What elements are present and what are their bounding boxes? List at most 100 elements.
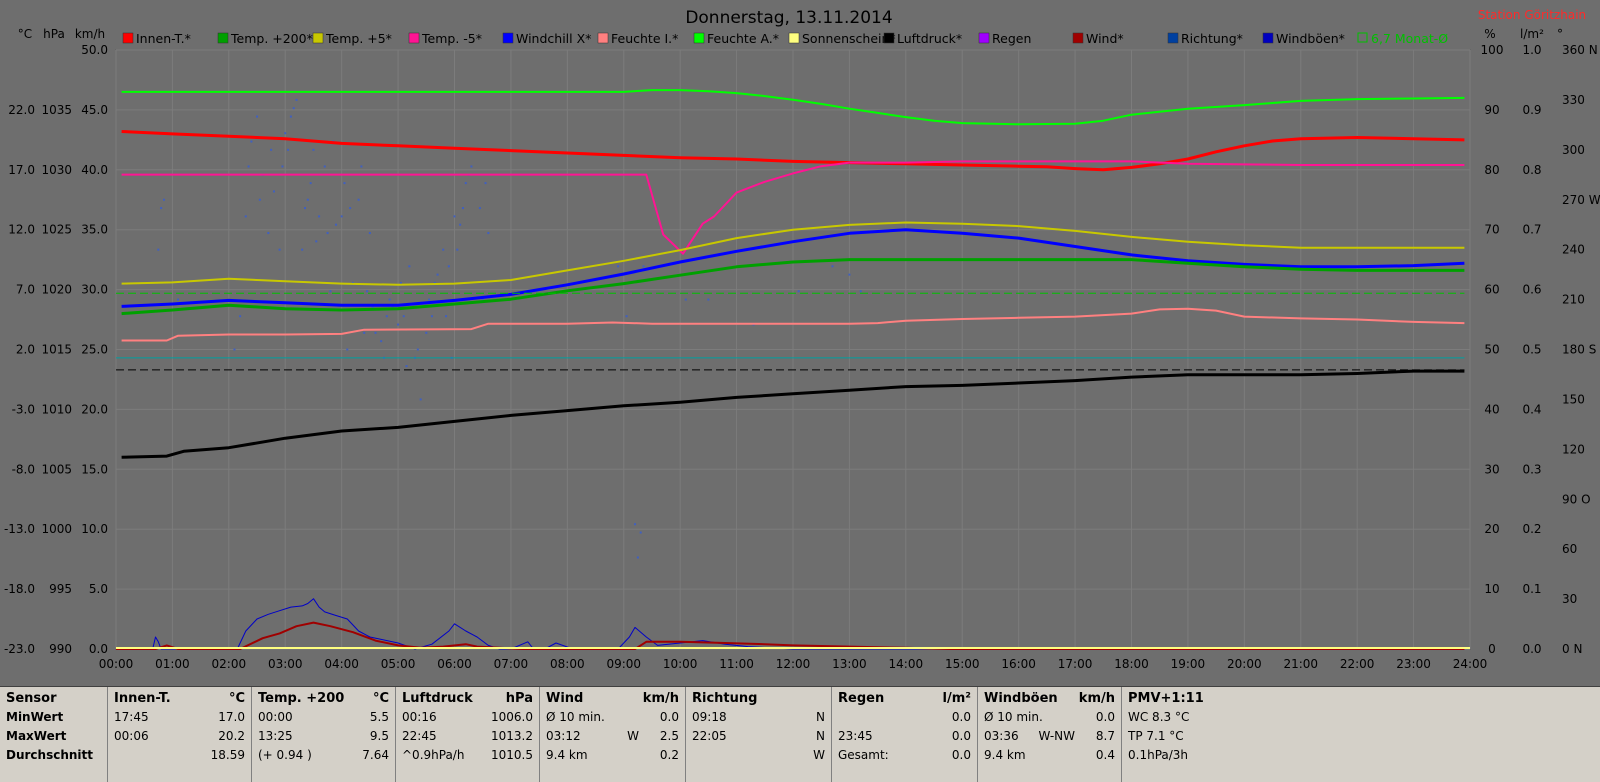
tick-percent: 0: [1488, 642, 1496, 656]
unit-left-2: km/h: [75, 27, 105, 41]
cell-value: 9.5: [369, 729, 389, 743]
table-header: Temp. +200 °C: [258, 689, 389, 708]
direction-point: [160, 207, 163, 210]
tick-hpa: 1000: [41, 522, 72, 536]
direction-point: [368, 232, 371, 235]
direction-point: [428, 298, 431, 301]
direction-point: [258, 198, 261, 201]
direction-point: [408, 265, 411, 268]
legend-label: Regen: [992, 31, 1031, 46]
header-label: PMV+1:11: [1128, 691, 1204, 706]
tick-celsius: 2.0: [16, 343, 35, 357]
direction-point: [349, 207, 352, 210]
table-row: 00:00 5.5: [258, 708, 389, 727]
cell-label: WC 8.3 °C: [1128, 710, 1190, 724]
direction-point: [459, 223, 462, 226]
tick-celsius: 22.0: [8, 103, 35, 117]
legend-swatch: [978, 32, 990, 44]
direction-point: [464, 182, 467, 185]
cell-value: 20.2: [218, 729, 245, 743]
header-label: Richtung: [692, 691, 758, 706]
direction-point: [425, 331, 428, 334]
table-header: PMV+1:11: [1128, 689, 1246, 708]
header-label: Wind: [546, 691, 584, 706]
cell-label: 9.4 km: [984, 748, 1026, 762]
table-row: 9.4 km 0.2: [546, 746, 679, 765]
tick-lm2: 0.9: [1522, 103, 1541, 117]
cell-label: 00:16: [402, 710, 437, 724]
tick-deg: 180 S: [1562, 343, 1596, 357]
direction-point: [707, 298, 710, 301]
cell-label: ^0.9hPa/h: [402, 748, 465, 762]
table-header: Wind km/h: [546, 689, 679, 708]
cell-value: N: [816, 729, 825, 743]
station-name: Station Göritzhain: [1478, 8, 1586, 22]
header-label: Innen-T.: [114, 691, 171, 706]
table-row: Gesamt: 0.0: [838, 746, 971, 765]
tick-x: 22:00: [1340, 657, 1375, 671]
direction-point: [335, 223, 338, 226]
cell-value: 0.4: [1095, 748, 1115, 762]
table-row: MaxWert: [6, 727, 101, 746]
direction-point: [340, 215, 343, 218]
tick-deg: 360 N: [1562, 43, 1598, 57]
direction-point: [281, 165, 284, 168]
direction-point: [625, 315, 628, 318]
tick-x: 05:00: [381, 657, 416, 671]
legend-swatch: [217, 32, 229, 44]
legend-swatch: [122, 32, 134, 44]
header-unit: °C: [228, 691, 245, 706]
legend-swatch: [1167, 32, 1179, 44]
header-label: Windböen: [984, 691, 1058, 706]
direction-point: [301, 248, 304, 251]
tick-x: 21:00: [1283, 657, 1318, 671]
legend-item: Windböen*: [1262, 31, 1345, 46]
table-row: W: [692, 746, 825, 765]
tick-kmh: 15.0: [81, 462, 108, 476]
table-row: (+ 0.94 ) 7.64: [258, 746, 389, 765]
direction-point: [634, 523, 637, 526]
cell-value: 2.5: [659, 729, 679, 743]
tick-celsius: -13.0: [4, 522, 35, 536]
direction-point: [278, 248, 281, 251]
header-unit: l/m²: [942, 691, 971, 706]
tick-x: 03:00: [268, 657, 303, 671]
tick-x: 06:00: [437, 657, 472, 671]
tick-x: 13:00: [832, 657, 867, 671]
table-row: 22:05 N: [692, 727, 825, 746]
direction-point: [445, 315, 448, 318]
table-row: 03:12 W 2.5: [546, 727, 679, 746]
direction-point: [484, 182, 487, 185]
tick-kmh: 10.0: [81, 522, 108, 536]
weather-chart-window: Donnerstag, 13.11.2014 Station Göritzhai…: [0, 0, 1600, 782]
direction-point: [478, 207, 481, 210]
tick-kmh: 5.0: [89, 582, 108, 596]
cell-value: 0.0: [951, 710, 971, 724]
legend-item: Sonnenschein*: [788, 31, 896, 46]
tick-kmh: 40.0: [81, 163, 108, 177]
tick-deg: 240: [1562, 243, 1585, 257]
tick-hpa: 1005: [41, 462, 72, 476]
direction-point: [323, 165, 326, 168]
table-column: Sensor MinWert MaxWert Durchschnitt: [0, 687, 108, 782]
legend-swatch: [693, 32, 705, 44]
direction-point: [470, 165, 473, 168]
direction-point: [247, 165, 250, 168]
cell-label: 17:45: [114, 710, 149, 724]
cell-label: 00:06: [114, 729, 149, 743]
tick-percent: 50: [1484, 343, 1499, 357]
legend-swatch: [597, 32, 609, 44]
legend-label: Temp. +5*: [325, 31, 392, 46]
cell-label: 22:45: [402, 729, 437, 743]
header-unit: km/h: [642, 691, 679, 706]
direction-point: [329, 290, 332, 293]
cell-label: 22:05: [692, 729, 727, 743]
chart-title: Donnerstag, 13.11.2014: [685, 8, 892, 28]
tick-deg: 330: [1562, 93, 1585, 107]
legend-item: Temp. +200*: [217, 31, 313, 46]
tick-deg: 0 N: [1562, 642, 1582, 656]
cell-value: 8.7: [1095, 729, 1115, 743]
legend-label: Windböen*: [1276, 31, 1345, 46]
tick-x: 09:00: [606, 657, 641, 671]
direction-point: [416, 348, 419, 351]
